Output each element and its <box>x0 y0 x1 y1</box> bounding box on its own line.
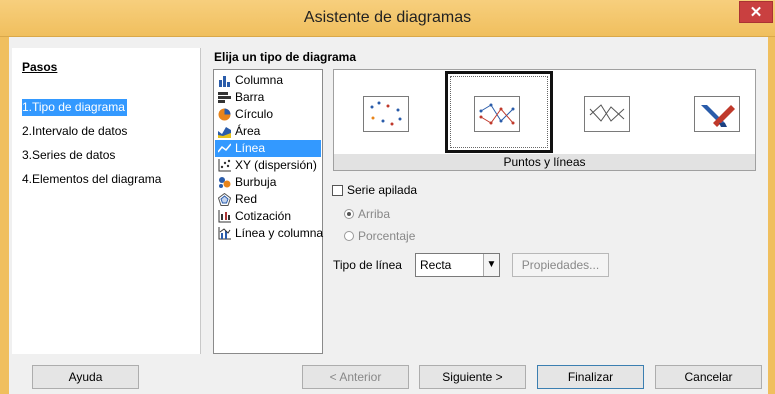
steps-heading: Pasos <box>22 60 58 74</box>
pie-chart-icon <box>218 108 231 121</box>
next-button[interactable]: Siguiente > <box>419 365 526 389</box>
variant-points-only[interactable] <box>363 96 409 132</box>
line-chart-icon <box>218 143 231 153</box>
step-chart-elements[interactable]: 4.Elementos del diagrama <box>22 171 161 188</box>
line-type-label: Tipo de línea <box>333 258 402 272</box>
window-frame-right <box>768 37 775 394</box>
scatter-chart-icon <box>218 159 231 172</box>
points-and-lines-icon <box>479 103 515 125</box>
variant-points-and-lines[interactable] <box>474 96 520 132</box>
chart-type-label: Red <box>235 192 258 206</box>
stock-chart-icon <box>218 210 231 223</box>
points-only-icon <box>370 101 402 126</box>
stacked-series-label: Serie apilada <box>347 183 418 197</box>
title-bar: Asistente de diagramas ✕ <box>0 0 775 37</box>
stack-top-label: Arriba <box>358 207 391 221</box>
properties-button[interactable]: Propiedades... <box>512 253 609 277</box>
step-chart-type[interactable]: 1.Tipo de diagrama <box>22 99 127 116</box>
help-button[interactable]: Ayuda <box>32 365 139 389</box>
chart-type-label: Barra <box>235 90 265 104</box>
stack-percent-label: Porcentaje <box>358 229 416 243</box>
chart-type-label: XY (dispersión) <box>235 158 317 172</box>
stacked-series-checkbox[interactable] <box>332 185 343 196</box>
net-chart-icon <box>218 193 231 206</box>
3d-lines-icon <box>701 105 735 127</box>
chart-type-scatter[interactable]: XY (dispersión) <box>215 157 321 174</box>
line-type-select[interactable]: Recta ▼ <box>415 253 500 277</box>
stack-percent-radio[interactable] <box>344 231 354 241</box>
chart-type-label: Línea <box>235 141 266 155</box>
line-type-value: Recta <box>420 258 452 272</box>
chart-type-label: Área <box>235 124 261 138</box>
step-data-range[interactable]: 2.Intervalo de datos <box>22 123 127 140</box>
lines-only-icon <box>589 104 625 122</box>
column-chart-icon <box>219 76 230 87</box>
chart-type-bubble[interactable]: Burbuja <box>215 174 321 191</box>
line-column-chart-icon <box>218 227 231 240</box>
variant-3d-lines[interactable] <box>694 96 740 132</box>
chart-type-heading: Elija un tipo de diagrama <box>214 50 357 64</box>
chart-type-bar[interactable]: Barra <box>215 89 321 106</box>
bar-chart-icon <box>218 92 231 103</box>
previous-button[interactable]: < Anterior <box>302 365 409 389</box>
chart-type-net[interactable]: Red <box>215 191 321 208</box>
steps-panel <box>12 48 201 354</box>
chart-type-stock[interactable]: Cotización <box>215 208 321 225</box>
chart-type-area[interactable]: Área <box>215 123 321 140</box>
window-frame-left <box>0 37 9 394</box>
chart-type-line-column[interactable]: Línea y columna <box>215 225 324 242</box>
chart-type-list: Columna Barra Círculo Área Línea XY (dis… <box>213 69 323 354</box>
chart-type-label: Columna <box>235 73 284 87</box>
chevron-down-icon[interactable]: ▼ <box>483 254 499 276</box>
chart-type-label: Burbuja <box>235 175 277 189</box>
chart-type-column[interactable]: Columna <box>215 72 321 89</box>
area-chart-icon <box>218 127 231 138</box>
variant-caption: Puntos y líneas <box>334 154 755 170</box>
variant-lines-only[interactable] <box>584 96 630 132</box>
window-title: Asistente de diagramas <box>303 9 472 26</box>
chart-type-label: Línea y columna <box>235 226 324 240</box>
chart-type-line[interactable]: Línea <box>215 140 321 157</box>
chart-type-pie[interactable]: Círculo <box>215 106 321 123</box>
finish-button[interactable]: Finalizar <box>537 365 644 389</box>
chart-type-label: Cotización <box>235 209 292 223</box>
bubble-chart-icon <box>219 177 231 188</box>
cancel-button[interactable]: Cancelar <box>655 365 762 389</box>
stack-top-radio[interactable] <box>344 209 354 219</box>
step-data-series[interactable]: 3.Series de datos <box>22 147 115 164</box>
chart-type-label: Círculo <box>235 107 274 121</box>
close-button[interactable]: ✕ <box>739 1 773 23</box>
